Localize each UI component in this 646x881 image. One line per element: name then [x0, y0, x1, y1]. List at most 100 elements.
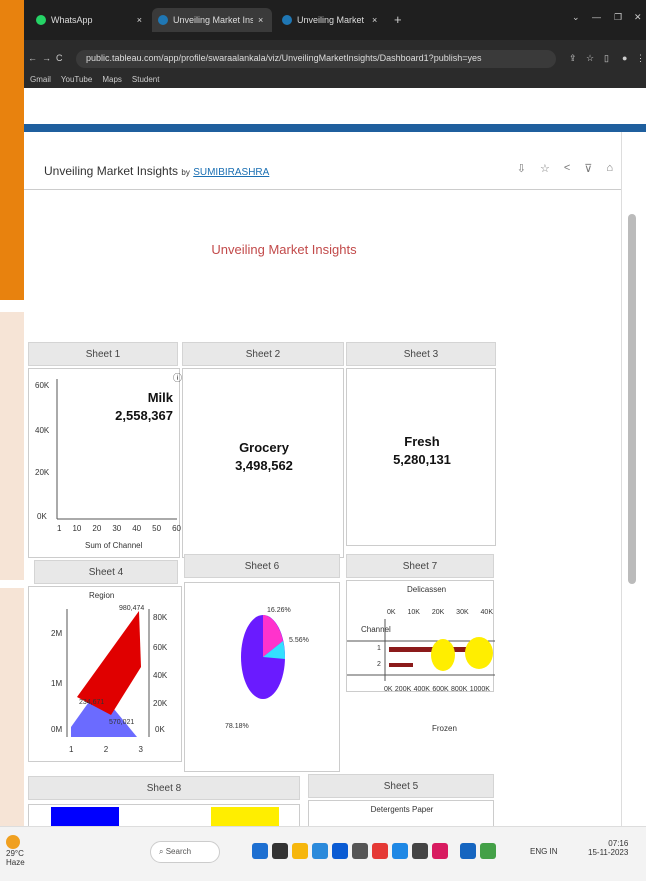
pie-label: 78.18%: [225, 723, 249, 730]
y-tick: 2M: [51, 629, 63, 638]
sheet2-header: Sheet 2: [182, 342, 344, 366]
fullscreen-icon[interactable]: ⌂: [606, 162, 613, 175]
profile-icon[interactable]: ●: [622, 53, 627, 63]
bookmark-student[interactable]: Student: [132, 75, 160, 84]
tableau-icon: [282, 15, 292, 25]
star-icon[interactable]: ☆: [586, 53, 594, 64]
sheet7-header: Sheet 7: [346, 554, 494, 578]
close-icon[interactable]: ×: [258, 15, 263, 25]
weather-desc: Haze: [6, 858, 25, 867]
favorite-icon[interactable]: ☆: [540, 162, 550, 175]
menu-icon[interactable]: ⋮: [636, 53, 645, 64]
author-link[interactable]: SUMIBIRASHRA: [193, 167, 269, 178]
url-input[interactable]: public.tableau.com/app/profile/swaraalan…: [76, 50, 556, 68]
app-icon[interactable]: [432, 843, 448, 859]
sheet5-header: Sheet 5: [308, 774, 494, 798]
whatsapp-icon: [36, 15, 46, 25]
scrollbar-thumb[interactable]: [628, 214, 636, 584]
sheet4-panel: Region 980,474 234,671 570,021 2M 1M 0M …: [28, 586, 182, 762]
y2-tick: 80K: [153, 613, 168, 622]
language-indicator[interactable]: ENG IN: [530, 847, 558, 856]
page-scrollbar[interactable]: [621, 132, 646, 826]
taskview-icon[interactable]: [272, 843, 288, 859]
back-icon[interactable]: ←: [28, 53, 37, 63]
bookmark-gmail[interactable]: Gmail: [30, 75, 51, 84]
sheet7-ticks-bottom: 0K 200K 400K 600K 800K 1000K: [384, 686, 490, 693]
clock[interactable]: 07:16 15-11-2023: [588, 839, 628, 857]
bookmark-youtube[interactable]: YouTube: [61, 75, 92, 84]
sheet8-panel: [28, 804, 300, 827]
comment-icon[interactable]: ⊽: [584, 162, 592, 175]
app-icon[interactable]: [412, 843, 428, 859]
tableau-icon: [158, 15, 168, 25]
bookmarks-bar: Gmail YouTube Maps Student: [24, 70, 646, 88]
sheet4-xticks: 123: [69, 745, 143, 754]
sheet7-panel: Delicassen Channel 0K 10K 20K 30K 40K 1 2: [346, 580, 495, 692]
left-window-edge: [0, 0, 24, 881]
row-label: 1: [377, 645, 381, 652]
chrome-icon[interactable]: [480, 843, 496, 859]
close-window-button[interactable]: ✕: [634, 12, 642, 23]
reload-icon[interactable]: C: [56, 53, 63, 63]
row-label: 2: [377, 661, 381, 668]
info-icon[interactable]: ⓘ: [173, 371, 182, 384]
new-tab-button[interactable]: +: [394, 12, 402, 27]
close-icon[interactable]: ×: [137, 15, 142, 25]
y-tick: 40K: [35, 426, 50, 435]
sheet6-pie: [241, 615, 286, 699]
tab-label: Unveiling Market Insights | Tabl: [173, 15, 253, 25]
y-tick: 20K: [35, 468, 50, 477]
store-icon[interactable]: [332, 843, 348, 859]
windows-taskbar: 29°C Haze ⌕ Search ENG IN 07:16 15-11-202…: [0, 826, 646, 881]
y2-tick: 20K: [153, 699, 168, 708]
forward-icon[interactable]: →: [42, 53, 51, 63]
files-icon[interactable]: [292, 843, 308, 859]
tab-label: WhatsApp: [51, 15, 93, 25]
share-icon[interactable]: <: [564, 162, 570, 175]
minimize-button[interactable]: —: [592, 12, 601, 22]
address-bar-area: ← → C public.tableau.com/app/profile/swa…: [24, 40, 646, 88]
tab-whatsapp[interactable]: WhatsApp ×: [30, 8, 148, 32]
y-tick: 60K: [35, 381, 50, 390]
area-label: 570,021: [109, 719, 135, 726]
sheet8-header: Sheet 8: [28, 776, 300, 800]
sheet2-kpi: Grocery 3,498,562: [235, 440, 293, 473]
weather-widget[interactable]: 29°C Haze: [6, 835, 46, 867]
dashboard-title: Unveiling Market Insights: [211, 242, 357, 257]
sheet1-xlabel: Sum of Channel: [85, 541, 143, 550]
app-icon[interactable]: [352, 843, 368, 859]
taskbar-search[interactable]: ⌕ Search: [150, 841, 220, 863]
edge-icon[interactable]: [312, 843, 328, 859]
viz-header: Unveiling Market Insights by SUMIBIRASHR…: [24, 132, 621, 190]
browser-tab-bar: WhatsApp × Unveiling Market Insights | T…: [24, 0, 646, 40]
pie-label: 5.56%: [289, 637, 309, 644]
sheet6-header: Sheet 6: [184, 554, 340, 578]
share-icon[interactable]: ⇪: [569, 53, 577, 64]
weather-icon: [6, 835, 20, 849]
tab-search-icon[interactable]: ⌄: [572, 12, 580, 23]
tab-insights-2[interactable]: Unveiling Market Insights | Tabl ×: [276, 8, 386, 32]
download-icon[interactable]: ⇩: [517, 162, 526, 175]
sheet5-header-label: Detergents Paper: [370, 805, 434, 814]
sheet3-panel: Fresh 5,280,131: [346, 368, 496, 546]
maximize-button[interactable]: ❐: [614, 12, 622, 23]
sheet8-bar-blue: [51, 807, 119, 827]
area-label: 234,671: [79, 699, 105, 706]
start-icon[interactable]: [252, 843, 268, 859]
area-label: 980,474: [119, 605, 145, 612]
sheet1-header: Sheet 1: [28, 342, 178, 366]
sheet1-xticks: 1 10 20 30 40 50 60: [57, 524, 181, 533]
app-icon[interactable]: [392, 843, 408, 859]
app-icon[interactable]: [372, 843, 388, 859]
bookmark-maps[interactable]: Maps: [102, 75, 122, 84]
app-icon[interactable]: [460, 843, 476, 859]
y2-tick: 60K: [153, 643, 168, 652]
close-icon[interactable]: ×: [372, 15, 377, 25]
sidebar-icon[interactable]: ▯: [604, 53, 609, 64]
sheet3-header: Sheet 3: [346, 342, 496, 366]
tab-insights-1[interactable]: Unveiling Market Insights | Tabl ×: [152, 8, 272, 32]
y-tick: 0K: [37, 512, 47, 521]
y2-tick: 0K: [155, 725, 165, 734]
sheet1-panel: ⓘ Milk 2,558,367 60K 40K 20K 0K 1 10 20 30 40…: [28, 368, 182, 558]
tableau-top-band: [24, 88, 646, 132]
